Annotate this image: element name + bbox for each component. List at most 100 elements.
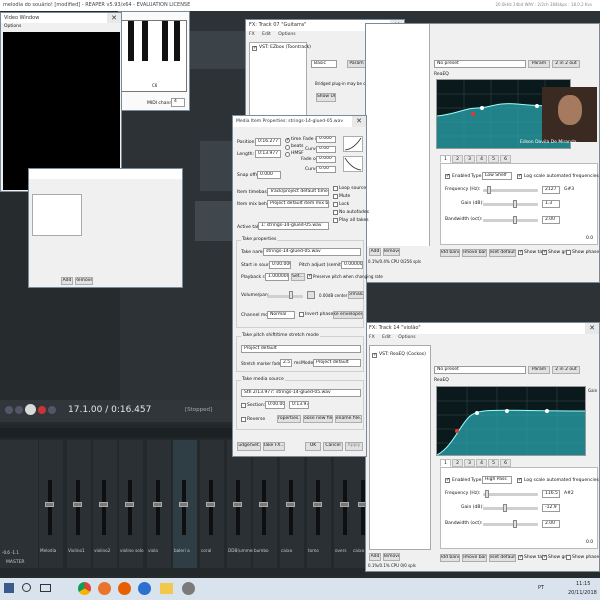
freq-slider-thumb[interactable] xyxy=(487,186,491,194)
loop-source-checkbox[interactable] xyxy=(333,186,338,191)
show-grid-checkbox[interactable] xyxy=(542,554,547,560)
mixer-track-name[interactable]: caixa xyxy=(353,548,364,553)
mixer-fader-cap[interactable] xyxy=(286,502,295,507)
mixer-fader-cap[interactable] xyxy=(99,502,108,507)
freq-slider[interactable] xyxy=(483,189,538,192)
remove-button[interactable]: Remove xyxy=(75,277,93,285)
fx3-chain-list[interactable]: VST: ReaEQ (Cockos) xyxy=(369,345,431,550)
edit-menu[interactable]: Edit xyxy=(382,335,391,340)
freq-value[interactable]: 116.5 xyxy=(542,490,560,498)
band-tab[interactable]: 1 xyxy=(440,155,451,163)
band-tab[interactable]: 1 xyxy=(440,459,451,467)
band-tab[interactable]: 5 xyxy=(488,155,499,163)
log-scale-checkbox[interactable] xyxy=(517,173,522,179)
add-band-button[interactable]: Add band xyxy=(440,249,460,257)
explorer-icon[interactable] xyxy=(160,583,173,594)
no-autofades-checkbox[interactable] xyxy=(333,210,338,215)
bw-slider-thumb[interactable] xyxy=(513,216,517,224)
fx3-add-button[interactable]: Add xyxy=(369,553,381,561)
fx2-param-button[interactable]: Param xyxy=(528,60,550,68)
band-tab[interactable]: 3 xyxy=(464,155,475,163)
fx3-plugin-enable[interactable] xyxy=(372,352,377,358)
mixer-track-name[interactable]: baleri a xyxy=(174,548,190,553)
ok-button[interactable]: OK xyxy=(305,442,321,451)
band-tab[interactable]: 3 xyxy=(464,459,475,467)
black-key[interactable] xyxy=(142,21,148,61)
mixer-fader-track[interactable] xyxy=(128,480,132,535)
windows-start-icon[interactable] xyxy=(4,583,14,593)
band-tab[interactable]: 5 xyxy=(488,459,499,467)
log-scale-checkbox[interactable] xyxy=(517,477,522,483)
pitch-field[interactable]: 0.000000 xyxy=(341,261,363,269)
mixer-fader-track[interactable] xyxy=(316,480,320,535)
band-tab[interactable]: 4 xyxy=(476,459,487,467)
section-end-field[interactable]: 0:13.977 xyxy=(289,401,309,409)
fade-out-shape[interactable] xyxy=(343,156,363,172)
rewind-icon[interactable] xyxy=(5,406,13,414)
mixer-track-name[interactable]: viola xyxy=(148,548,158,553)
gain-slider-thumb[interactable] xyxy=(503,504,507,512)
fx3-plugin-name[interactable]: VST: ReaEQ (Cockos) xyxy=(379,352,426,358)
mixer-fader-cap[interactable] xyxy=(259,502,268,507)
band-tab[interactable]: 2 xyxy=(452,459,463,467)
volume-slider-thumb[interactable] xyxy=(289,291,293,299)
apply-button[interactable]: Apply xyxy=(345,442,363,451)
edit-menu[interactable]: Edit xyxy=(262,32,271,37)
section-checkbox[interactable] xyxy=(241,403,246,408)
mixer-fader-track[interactable] xyxy=(262,480,266,535)
gain-slider[interactable] xyxy=(483,507,538,510)
fx1-plugin-enable[interactable] xyxy=(252,45,257,51)
close-icon[interactable]: ✕ xyxy=(107,13,121,23)
mixer-fader-track[interactable] xyxy=(102,480,106,535)
fx1-show-ui-button[interactable]: Show UI xyxy=(316,93,336,102)
mixbeh-select[interactable]: Project default item mix behavior xyxy=(267,200,329,208)
stretch-field[interactable]: 2.5 xyxy=(280,359,292,367)
fx2-io-button[interactable]: 2 in 2 out xyxy=(552,60,580,68)
show-phase-checkbox[interactable] xyxy=(566,250,571,255)
rate-set-button[interactable]: Set... xyxy=(291,273,305,281)
show-grid-checkbox[interactable] xyxy=(542,249,547,255)
media-player-icon[interactable] xyxy=(98,582,111,595)
rename-file-button[interactable]: Rename file... xyxy=(335,415,362,423)
band-tab[interactable]: 2 xyxy=(452,155,463,163)
options-menu[interactable]: Options xyxy=(278,32,295,37)
source-field[interactable]: Sth 2/13.977: strings-14-glued-05.wav xyxy=(241,389,361,397)
fx3-remove-button[interactable]: Remove xyxy=(383,553,400,561)
stop-icon[interactable] xyxy=(15,406,23,414)
mixer-fader-track[interactable] xyxy=(156,480,160,535)
task-view-icon[interactable] xyxy=(40,584,51,592)
properties-button[interactable]: Properties... xyxy=(277,415,301,423)
cancel-button[interactable]: Cancel xyxy=(323,442,343,451)
band-tab[interactable]: 6 xyxy=(500,155,511,163)
mixer-track-name[interactable]: coral xyxy=(201,548,211,553)
pause-icon[interactable] xyxy=(48,406,56,414)
reset-defaults-button[interactable]: Reset defaults xyxy=(489,249,516,257)
fx2-chain-list[interactable] xyxy=(366,24,430,246)
add-button[interactable]: Add xyxy=(61,277,73,285)
mixer-fader-cap[interactable] xyxy=(340,502,349,507)
mixer-fader-track[interactable] xyxy=(289,480,293,535)
freq-value[interactable]: 2127 xyxy=(542,186,560,194)
start-field[interactable]: 0:00.000 xyxy=(269,261,291,269)
mixer-fader-cap[interactable] xyxy=(179,502,188,507)
fade-out-field[interactable]: 0.000 xyxy=(316,156,336,163)
mixer-track-name[interactable]: tomo xyxy=(308,548,319,553)
preserve-pitch-checkbox[interactable] xyxy=(307,273,312,279)
fx-menu[interactable]: FX xyxy=(249,32,255,37)
fx1-param-button[interactable]: Param xyxy=(347,60,366,68)
firefox-icon[interactable] xyxy=(118,582,131,595)
gain-slider[interactable] xyxy=(483,203,538,206)
gain-value[interactable]: -12.9 xyxy=(542,504,560,512)
mixer-fader-cap[interactable] xyxy=(153,502,162,507)
volume-slider[interactable] xyxy=(267,295,303,298)
fx2-add-button[interactable]: Add xyxy=(369,248,381,256)
fx3-param-button[interactable]: Param xyxy=(528,366,550,374)
mixer-fader-track[interactable] xyxy=(209,480,213,535)
fade-in-field[interactable]: 0.000 xyxy=(316,136,336,143)
fx2-preset-select[interactable]: No preset xyxy=(434,60,526,68)
mixer-track-name[interactable]: violino2 xyxy=(94,548,110,553)
gain-slider-thumb[interactable] xyxy=(513,200,517,208)
invert-phase-checkbox[interactable] xyxy=(299,312,304,317)
curve-out-field[interactable]: 0.00 xyxy=(316,166,336,173)
radio-hmsf[interactable] xyxy=(285,152,290,157)
